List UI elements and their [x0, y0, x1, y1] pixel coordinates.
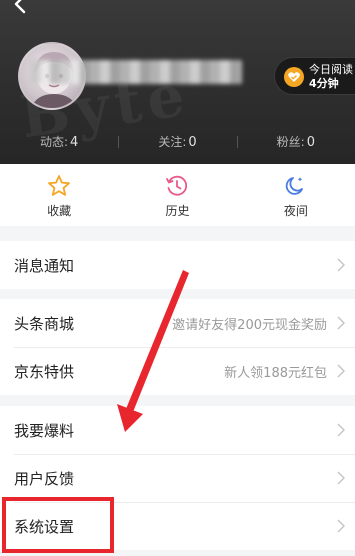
history-label: 历史	[165, 204, 190, 218]
stat-value: 0	[188, 134, 197, 150]
quick-actions: 收藏 历史 夜间	[0, 164, 355, 226]
today-reading-text: 今日阅读 4分钟	[309, 63, 353, 91]
profile-header: Byte 今日阅读 4分钟 动态: 4 关注: 0 粉丝: 0	[0, 0, 355, 164]
chevron-right-icon	[337, 364, 345, 378]
stat-value: 4	[70, 134, 79, 150]
profile-stats: 动态: 4 关注: 0 粉丝: 0	[0, 126, 355, 156]
back-button[interactable]	[10, 0, 32, 16]
night-mode-button[interactable]: 夜间	[237, 164, 355, 226]
menu-item-value: 邀请好友得200元现金奖励	[172, 317, 327, 333]
chevron-right-icon	[337, 423, 345, 437]
star-icon	[48, 175, 71, 196]
menu-item-toutiao-mall[interactable]: 头条商城 邀请好友得200元现金奖励	[0, 299, 355, 347]
stat-followers[interactable]: 粉丝: 0	[236, 133, 355, 150]
menu-item-jd-special[interactable]: 京东特供 新人领188元红包	[0, 347, 355, 395]
stat-label: 动态:	[40, 134, 69, 149]
today-reading-badge[interactable]: 今日阅读 4分钟	[274, 57, 355, 95]
night-mode-label: 夜间	[283, 204, 308, 218]
menu-item-submit-tip[interactable]: 我要爆料	[0, 406, 355, 454]
menu-item-label: 我要爆料	[14, 421, 75, 440]
menu-item-label: 京东特供	[14, 362, 75, 381]
stat-value: 0	[306, 134, 315, 150]
today-reading-label: 今日阅读	[309, 63, 353, 76]
chevron-right-icon	[337, 258, 345, 272]
reading-heart-icon	[284, 67, 304, 87]
history-clock-icon	[166, 175, 188, 196]
menu-item-notifications[interactable]: 消息通知	[0, 241, 355, 289]
username-blurred	[30, 60, 242, 84]
menu-group-shopping: 头条商城 邀请好友得200元现金奖励 京东特供 新人领188元红包	[0, 299, 355, 395]
menu-item-label: 用户反馈	[14, 469, 75, 488]
stat-label: 粉丝:	[276, 134, 305, 149]
history-button[interactable]: 历史	[118, 164, 236, 226]
night-moon-icon	[285, 177, 303, 195]
chevron-left-icon	[14, 0, 26, 14]
menu-item-label: 头条商城	[14, 314, 75, 333]
chevron-right-icon	[337, 519, 345, 533]
stat-label: 关注:	[158, 134, 187, 149]
chevron-right-icon	[337, 316, 345, 330]
highlight-box	[2, 497, 114, 553]
chevron-right-icon	[337, 471, 345, 485]
menu-item-value: 新人领188元红包	[224, 365, 327, 381]
favorites-label: 收藏	[47, 204, 72, 218]
menu-item-feedback[interactable]: 用户反馈	[0, 454, 355, 502]
today-reading-time: 4分钟	[309, 77, 339, 90]
menu-group-notifications: 消息通知	[0, 241, 355, 289]
stat-posts[interactable]: 动态: 4	[0, 133, 118, 150]
favorites-button[interactable]: 收藏	[0, 164, 118, 226]
stat-following[interactable]: 关注: 0	[118, 133, 236, 150]
menu-item-label: 消息通知	[14, 256, 75, 275]
